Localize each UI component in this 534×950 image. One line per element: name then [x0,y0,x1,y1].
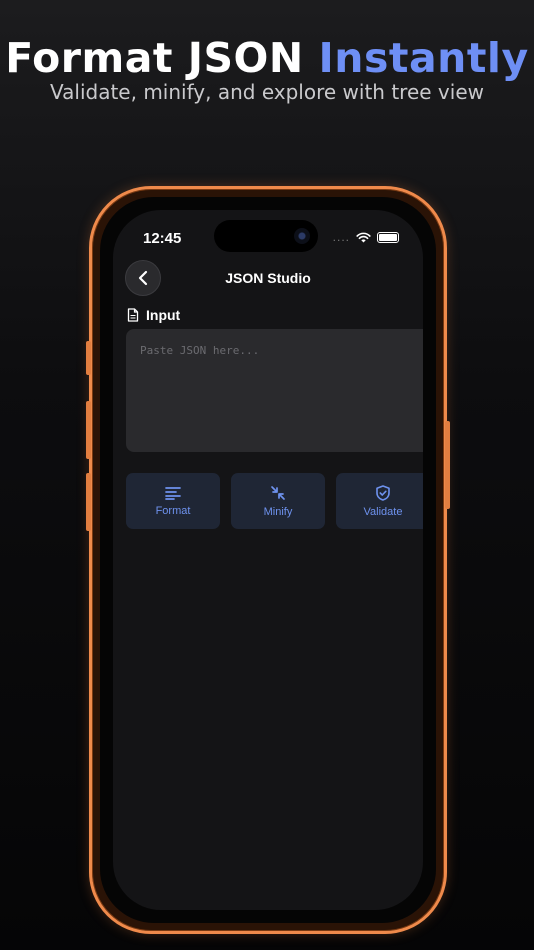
status-time: 12:45 [143,230,182,247]
minify-button[interactable]: Minify [231,473,325,529]
shield-check-icon [376,484,390,501]
format-button[interactable]: Format [126,473,220,529]
document-icon [127,308,139,322]
action-buttons: Format Minify Validate [126,473,423,529]
action-button [86,341,91,375]
power-button [445,421,450,509]
validate-button-label: Validate [363,505,403,518]
format-button-label: Format [155,504,191,517]
phone-screen: 12:45 .... JSON Studio Input Paste JSON … [113,210,423,910]
input-section-header: Input [127,307,180,323]
dynamic-island [214,220,318,252]
minify-button-label: Minify [263,505,293,518]
validate-button[interactable]: Validate [336,473,423,529]
subheadline: Validate, minify, and explore with tree … [50,80,484,104]
battery-icon [377,231,399,243]
camera-icon [294,228,310,244]
input-label: Input [146,307,181,323]
format-lines-icon [165,486,181,500]
headline: Format JSON Instantly [0,34,534,82]
headline-accent: Instantly [318,34,529,82]
phone-frame: 12:45 .... JSON Studio Input Paste JSON … [86,186,450,934]
page-title: JSON Studio [225,270,311,286]
wifi-icon [356,232,371,242]
volume-down-button [86,473,91,531]
status-icons: .... [333,230,399,244]
json-input[interactable] [126,329,423,452]
headline-text: Format JSON [5,34,319,82]
minify-arrows-icon [271,485,285,500]
signal-icon: .... [332,230,350,244]
volume-up-button [86,401,91,459]
phone-bezel: 12:45 .... JSON Studio Input Paste JSON … [100,197,436,923]
